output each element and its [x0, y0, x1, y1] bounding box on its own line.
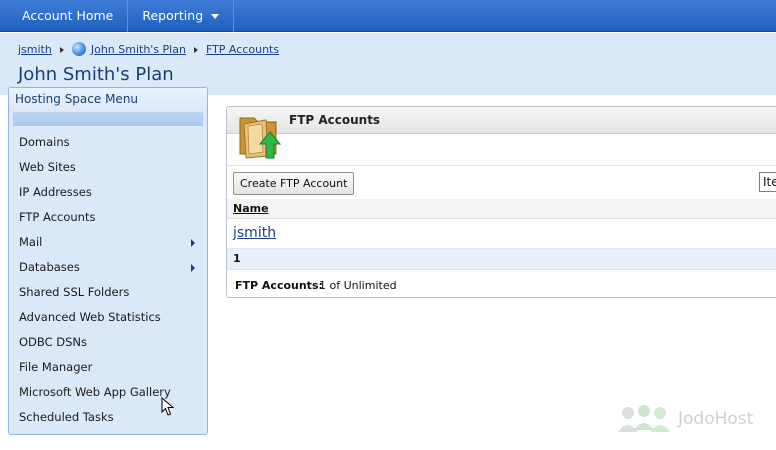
sidebar-item-label: File Manager — [19, 360, 93, 374]
sidebar-band — [13, 112, 203, 126]
folder-upload-icon — [239, 117, 282, 159]
top-navigation-bar: Account Home Reporting — [0, 0, 776, 32]
sidebar-item-label: ODBC DSNs — [19, 335, 88, 349]
sidebar-item-ip-addresses[interactable]: IP Addresses — [9, 180, 207, 205]
table-header: Name — [227, 199, 776, 219]
sidebar-item-ftp-accounts[interactable]: FTP Accounts — [9, 205, 207, 230]
ftp-account-link[interactable]: jsmith — [233, 225, 276, 241]
summary-value: 1 of Unlimited — [319, 279, 397, 292]
column-header-name[interactable]: Name — [233, 202, 269, 215]
sidebar-list: Domains Web Sites IP Addresses FTP Accou… — [9, 130, 207, 430]
panel-header: FTP Accounts — [227, 107, 776, 134]
sidebar-item-label: Domains — [19, 135, 70, 149]
create-ftp-account-button[interactable]: Create FTP Account — [233, 172, 355, 195]
nav-account-home[interactable]: Account Home — [0, 0, 129, 32]
panel-title: FTP Accounts — [289, 113, 381, 127]
breadcrumb-separator-icon — [193, 47, 198, 53]
people-icon — [618, 405, 670, 432]
sidebar-item-odbc[interactable]: ODBC DSNs — [9, 330, 207, 355]
sidebar-item-label: Advanced Web Statistics — [19, 310, 161, 324]
top-nav: Account Home Reporting — [0, 0, 776, 32]
chevron-down-icon — [211, 14, 220, 19]
sidebar-item-label: Web Sites — [19, 160, 76, 174]
sidebar-item-shared-ssl[interactable]: Shared SSL Folders — [9, 280, 207, 305]
submenu-arrow-icon — [191, 239, 195, 247]
sidebar-item-label: Shared SSL Folders — [19, 285, 130, 299]
sidebar-item-label: IP Addresses — [19, 185, 92, 199]
breadcrumb-plan-link[interactable]: John Smith's Plan — [91, 43, 186, 56]
sidebar-item-scheduled-tasks[interactable]: Scheduled Tasks — [9, 405, 207, 430]
sidebar-item-domains[interactable]: Domains — [9, 130, 207, 155]
sidebar-item-file-manager[interactable]: File Manager — [9, 355, 207, 380]
hosting-space-menu: Hosting Space Menu Domains Web Sites IP … — [8, 87, 208, 435]
breadcrumb-ftp-link[interactable]: FTP Accounts — [206, 43, 279, 56]
globe-icon — [71, 42, 86, 56]
nav-reporting-label: Reporting — [142, 8, 204, 23]
sidebar-item-web-app-gallery[interactable]: Microsoft Web App Gallery — [9, 380, 207, 405]
submenu-arrow-icon — [191, 264, 195, 272]
watermark-text: JodoHost — [678, 409, 754, 429]
pager: 1 — [227, 249, 776, 269]
breadcrumb-separator-icon — [59, 47, 64, 53]
sidebar-header: Hosting Space Menu — [9, 88, 207, 112]
mouse-cursor-icon — [161, 397, 175, 416]
nav-account-home-label: Account Home — [22, 8, 114, 23]
sidebar-item-label: Mail — [19, 235, 43, 249]
breadcrumb-user-link[interactable]: jsmith — [18, 43, 52, 56]
page-header: jsmith John Smith's Plan FTP Accounts Jo… — [0, 33, 776, 95]
summary-label: FTP Accounts: — [235, 279, 323, 292]
sidebar-item-databases[interactable]: Databases — [9, 255, 207, 280]
jodohost-watermark: JodoHost — [616, 404, 753, 434]
sidebar-item-web-statistics[interactable]: Advanced Web Statistics — [9, 305, 207, 330]
table-row: jsmith — [227, 219, 776, 249]
panel-toolbar: Create FTP Account Ite — [227, 165, 776, 199]
page-title: John Smith's Plan — [18, 64, 174, 85]
sidebar-item-label: FTP Accounts — [19, 210, 96, 224]
sidebar-item-web-sites[interactable]: Web Sites — [9, 155, 207, 180]
quota-summary: FTP Accounts: 1 of Unlimited — [227, 269, 776, 297]
ftp-accounts-panel: FTP Accounts Create FTP Account Ite Name… — [226, 106, 776, 298]
breadcrumb: jsmith John Smith's Plan FTP Accounts — [18, 42, 279, 56]
nav-reporting[interactable]: Reporting — [128, 0, 235, 32]
sidebar-item-mail[interactable]: Mail — [9, 230, 207, 255]
sidebar-item-label: Microsoft Web App Gallery — [19, 385, 171, 399]
sidebar-item-label: Databases — [19, 260, 80, 274]
items-per-page-select[interactable]: Ite — [759, 172, 776, 192]
sidebar-item-label: Scheduled Tasks — [19, 410, 114, 424]
pager-page-number[interactable]: 1 — [233, 252, 241, 265]
